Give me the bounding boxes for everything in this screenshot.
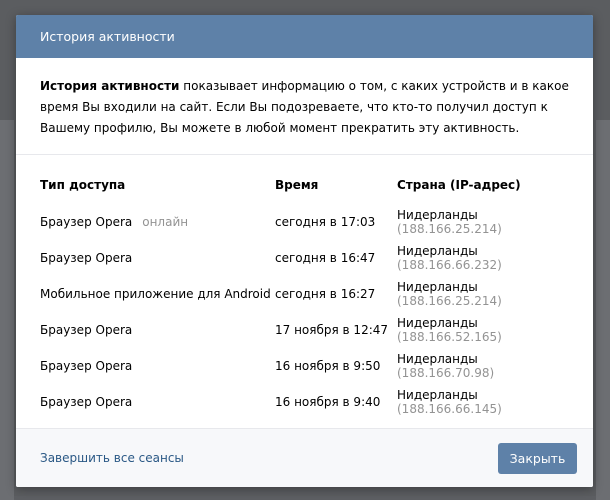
backdrop-panel-left	[0, 120, 14, 500]
country: Нидерланды	[397, 388, 478, 402]
close-button[interactable]: Закрыть	[498, 442, 577, 474]
access-type-cell: Браузер Opera	[40, 359, 133, 373]
access-type-cell: Браузер Opera онлайн	[40, 215, 275, 229]
activity-history-modal: История активности История активности по…	[16, 15, 593, 487]
time-cell: сегодня в 17:03	[275, 215, 376, 229]
column-header-time: Время	[275, 178, 319, 192]
country-cell: Нидерланды (188.166.25.214)	[397, 280, 569, 308]
column-header-type: Тип доступа	[40, 178, 126, 192]
access-type-cell: Мобильное приложение для Android	[40, 287, 271, 301]
access-type-cell: Браузер Opera	[40, 395, 133, 409]
ip-address: (188.166.66.232)	[397, 258, 502, 272]
table-row: Браузер Opera сегодня в 16:47 Нидерланды…	[40, 240, 569, 276]
access-type-cell: Браузер Opera	[40, 251, 133, 265]
ip-address: (188.166.52.165)	[397, 330, 502, 344]
table-header: Тип доступа Время Страна (IP-адрес)	[40, 166, 569, 204]
modal-header: История активности	[16, 15, 593, 58]
country: Нидерланды	[397, 316, 478, 330]
modal-intro: История активности показывает информацию…	[16, 58, 593, 155]
sessions-table: Тип доступа Время Страна (IP-адрес) Брау…	[16, 166, 593, 420]
column-header-country: Страна (IP-адрес)	[397, 178, 521, 192]
table-row: Браузер Opera 16 ноября в 9:50 Нидерланд…	[40, 348, 569, 384]
country-cell: Нидерланды (188.166.52.165)	[397, 316, 569, 344]
time-cell: сегодня в 16:27	[275, 287, 376, 301]
access-type-cell: Браузер Opera	[40, 323, 133, 337]
intro-bold: История активности	[40, 79, 180, 93]
table-row: Мобильное приложение для Android сегодня…	[40, 276, 569, 312]
time-cell: 16 ноября в 9:50	[275, 359, 381, 373]
online-status: онлайн	[142, 215, 189, 229]
ip-address: (188.166.25.214)	[397, 222, 502, 236]
ip-address: (188.166.25.214)	[397, 294, 502, 308]
time-cell: 17 ноября в 12:47	[275, 323, 389, 337]
backdrop-panel-right	[596, 120, 610, 500]
table-row: Браузер Opera 17 ноября в 12:47 Нидерлан…	[40, 312, 569, 348]
table-row: Браузер Opera онлайн сегодня в 17:03 Ниде…	[40, 204, 569, 240]
ip-address: (188.166.66.145)	[397, 402, 502, 416]
time-cell: 16 ноября в 9:40	[275, 395, 381, 409]
country: Нидерланды	[397, 352, 478, 366]
time-cell: сегодня в 16:47	[275, 251, 376, 265]
country: Нидерланды	[397, 244, 478, 258]
country-cell: Нидерланды (188.166.66.232)	[397, 244, 569, 272]
country: Нидерланды	[397, 208, 478, 222]
country-cell: Нидерланды (188.166.66.145)	[397, 388, 569, 416]
country: Нидерланды	[397, 280, 478, 294]
country-cell: Нидерланды (188.166.25.214)	[397, 208, 569, 236]
ip-address: (188.166.70.98)	[397, 366, 495, 380]
access-type: Браузер Opera	[40, 215, 133, 229]
country-cell: Нидерланды (188.166.70.98)	[397, 352, 569, 380]
modal-footer: Завершить все сеансы Закрыть	[16, 428, 593, 487]
end-all-sessions-link[interactable]: Завершить все сеансы	[40, 451, 184, 465]
table-row: Браузер Opera 16 ноября в 9:40 Нидерланд…	[40, 384, 569, 420]
modal-title: История активности	[40, 29, 175, 44]
